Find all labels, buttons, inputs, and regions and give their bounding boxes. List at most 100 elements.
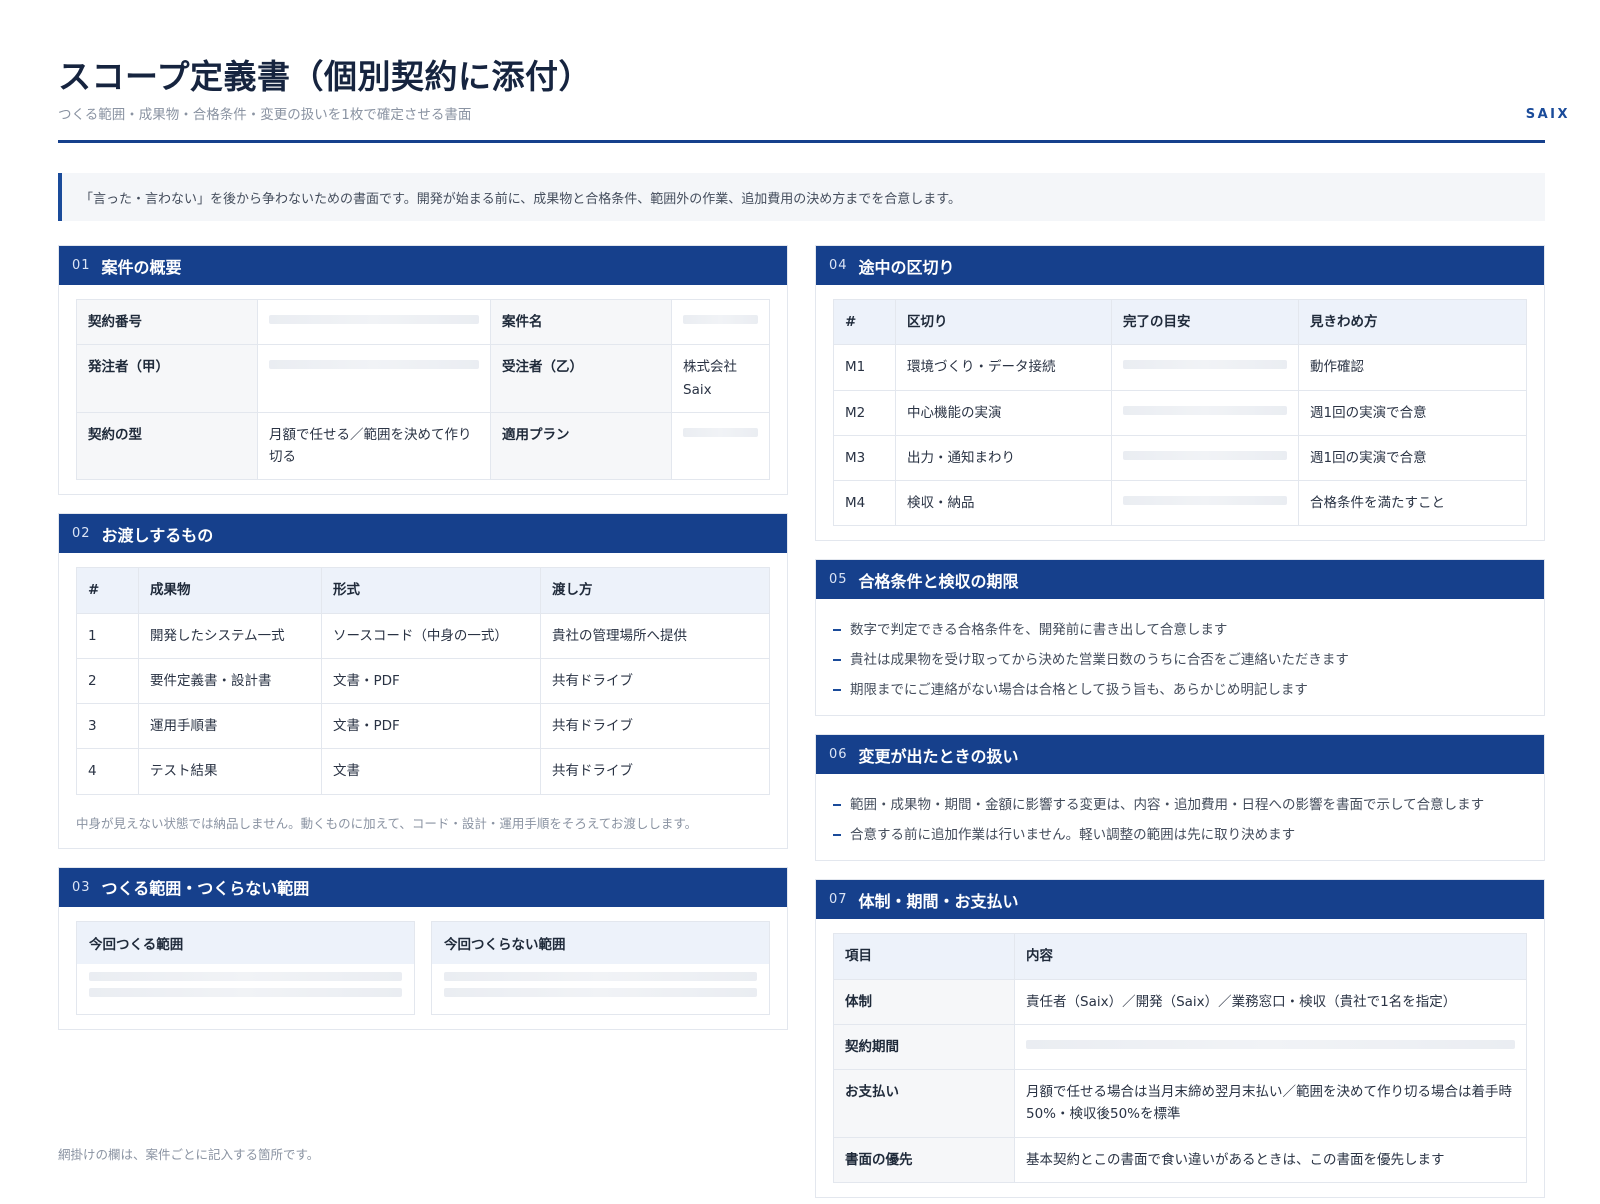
column-header: 内容 (1014, 933, 1527, 980)
field-value: 月額で任せる場合は当月末締め翌月末払い／範囲を決めて作り切る場合は着手時50%・… (1014, 1069, 1527, 1138)
column-header: # (833, 298, 896, 346)
table-cell: 共有ドライブ (540, 657, 770, 705)
section-scope: 03 つくる範囲・つくらない範囲 今回つくる範囲 今回つくらない範囲 (58, 866, 788, 1030)
fill-in-field[interactable] (1111, 389, 1299, 436)
list-item-text: 合意する前に追加作業は行いません。軽い調整の範囲は先に取り決めます (850, 827, 1296, 844)
fill-in-field[interactable] (257, 344, 491, 413)
table-cell: 4 (76, 748, 139, 795)
table-cell: 文書・PDF (321, 703, 541, 750)
placeholder-bar (1123, 450, 1287, 460)
milestones-table: # 区切り 完了の目安 見きわめ方 M1 環境づくり・データ接続 動作確認 M2… (833, 298, 1527, 527)
table-cell: M3 (833, 434, 896, 482)
placeholder-bar (1123, 405, 1287, 415)
column-header: 区切り (895, 298, 1112, 346)
list-item: 貴社は成果物を受け取ってから決めた営業日数のうちに合否をご連絡いただきます (833, 645, 1527, 675)
list-item: 合意する前に追加作業は行いません。軽い調整の範囲は先に取り決めます (833, 820, 1527, 850)
table-cell: M4 (833, 480, 896, 527)
column-header: 渡し方 (540, 567, 770, 614)
table-row: 2 要件定義書・設計書 文書・PDF 共有ドライブ (76, 657, 770, 705)
out-of-scope-heading: 今回つくらない範囲 (432, 921, 769, 964)
out-of-scope-box: 今回つくらない範囲 (431, 920, 770, 1015)
table-cell: 週1回の実演で合意 (1298, 389, 1527, 436)
fill-in-field[interactable] (77, 964, 414, 1014)
dash-bullet-icon (833, 659, 841, 662)
fill-in-field[interactable] (432, 964, 769, 1014)
section-title: 変更が出たときの扱い (858, 746, 1019, 766)
placeholder-bar (89, 987, 402, 997)
table-cell: 中心機能の実演 (895, 389, 1112, 436)
section-title: 合格条件と検収の期限 (858, 571, 1019, 591)
field-value: 責任者（Saix）／開発（Saix）／業務窓口・検収（貴社で1名を指定） (1014, 978, 1527, 1025)
placeholder-bar (444, 987, 757, 997)
column-header: 見きわめ方 (1298, 298, 1527, 346)
dash-bullet-icon (833, 689, 841, 692)
table-cell: M1 (833, 344, 896, 391)
section-number: 05 (829, 572, 848, 588)
placeholder-bar (683, 427, 758, 437)
list-item: 数字で判定できる合格条件を、開発前に書き出して合意します (833, 615, 1527, 645)
section-header: 02 お渡しするもの (59, 514, 787, 554)
fill-in-field[interactable] (1111, 344, 1299, 391)
in-scope-heading: 今回つくる範囲 (77, 921, 414, 964)
table-cell: 文書 (321, 748, 541, 795)
brand-logo: SAIX (1525, 107, 1570, 122)
placeholder-bar (89, 971, 402, 981)
section-number: 04 (829, 258, 848, 273)
table-cell: 共有ドライブ (540, 703, 770, 750)
table-row: 契約の型 月額で任せる／範囲を決めて作り切る 適用プラン (76, 411, 770, 481)
placeholder-bar (1026, 1039, 1515, 1049)
fill-in-field[interactable] (671, 411, 770, 481)
deliverables-note: 中身が見えない状態では納品しません。動くものに加えて、コード・設計・運用手順をそ… (76, 815, 698, 831)
field-label: 案件名 (490, 298, 672, 346)
fill-in-field[interactable] (1111, 434, 1299, 482)
section-number: 01 (72, 258, 91, 273)
section-header: 03 つくる範囲・つくらない範囲 (59, 867, 787, 907)
table-row: 書面の優先 基本契約とこの書面で食い違いがあるときは、この書面を優先します (833, 1136, 1527, 1183)
field-label: 契約の型 (76, 411, 258, 481)
table-header-row: 項目 内容 (833, 933, 1527, 980)
fill-in-field[interactable] (1111, 480, 1299, 527)
left-column: 01 案件の概要 契約番号 案件名 発注者（甲） 受注者（乙） 株式会社Saix (58, 245, 788, 1048)
fill-in-field[interactable] (257, 298, 491, 346)
section-number: 07 (829, 892, 848, 908)
table-cell: M2 (833, 389, 896, 436)
table-row: 契約番号 案件名 (76, 298, 770, 346)
list-item-text: 範囲・成果物・期間・金額に影響する変更は、内容・追加費用・日程への影響を書面で示… (850, 797, 1485, 814)
field-value: 基本契約とこの書面で食い違いがあるときは、この書面を優先します (1014, 1136, 1527, 1183)
table-cell: 動作確認 (1298, 344, 1527, 391)
section-changes: 06 変更が出たときの扱い 範囲・成果物・期間・金額に影響する変更は、内容・追加… (815, 734, 1545, 862)
deliverables-table: # 成果物 形式 渡し方 1 開発したシステム一式 ソースコード（中身の一式） … (76, 567, 770, 795)
table-cell: 検収・納品 (895, 480, 1112, 527)
table-cell: 3 (76, 703, 139, 750)
field-label: 適用プラン (490, 411, 672, 481)
table-header-row: # 区切り 完了の目安 見きわめ方 (833, 298, 1527, 346)
table-cell: 要件定義書・設計書 (138, 657, 322, 705)
table-cell: 運用手順書 (138, 703, 322, 750)
fill-in-field[interactable] (671, 298, 770, 346)
column-header: # (76, 567, 139, 614)
table-cell: 共有ドライブ (540, 748, 770, 795)
section-header: 05 合格条件と検収の期限 (816, 560, 1544, 600)
list-item: 範囲・成果物・期間・金額に影響する変更は、内容・追加費用・日程への影響を書面で示… (833, 790, 1527, 820)
placeholder-bar (683, 315, 758, 324)
section-header: 04 途中の区切り (816, 246, 1544, 285)
table-header-row: # 成果物 形式 渡し方 (76, 567, 770, 614)
section-milestones: 04 途中の区切り # 区切り 完了の目安 見きわめ方 M1 環境づくり・データ… (815, 245, 1545, 542)
table-row: M4 検収・納品 合格条件を満たすこと (833, 480, 1527, 527)
field-label: 体制 (833, 978, 1015, 1025)
column-header: 完了の目安 (1111, 298, 1299, 346)
section-header: 01 案件の概要 (59, 246, 787, 285)
section-deliverables: 02 お渡しするもの # 成果物 形式 渡し方 1 開発したシステム一式 ソース… (58, 513, 788, 849)
fill-in-field[interactable] (1014, 1023, 1527, 1071)
table-cell: 貴社の管理場所へ提供 (540, 612, 770, 659)
column-header: 形式 (321, 567, 541, 614)
field-label: お支払い (833, 1069, 1015, 1138)
section-terms: 07 体制・期間・お支払い 項目 内容 体制 責任者（Saix）／開発（Saix… (815, 879, 1545, 1198)
section-title: 体制・期間・お支払い (858, 891, 1019, 911)
table-row: M1 環境づくり・データ接続 動作確認 (833, 344, 1527, 391)
acceptance-list: 数字で判定できる合格条件を、開発前に書き出して合意します 貴社は成果物を受け取っ… (833, 609, 1527, 707)
overview-table: 契約番号 案件名 発注者（甲） 受注者（乙） 株式会社Saix 契約の型 月額で… (76, 298, 770, 481)
placeholder-bar (1123, 496, 1287, 506)
section-overview: 01 案件の概要 契約番号 案件名 発注者（甲） 受注者（乙） 株式会社Saix (58, 245, 788, 496)
section-number: 06 (829, 747, 848, 763)
